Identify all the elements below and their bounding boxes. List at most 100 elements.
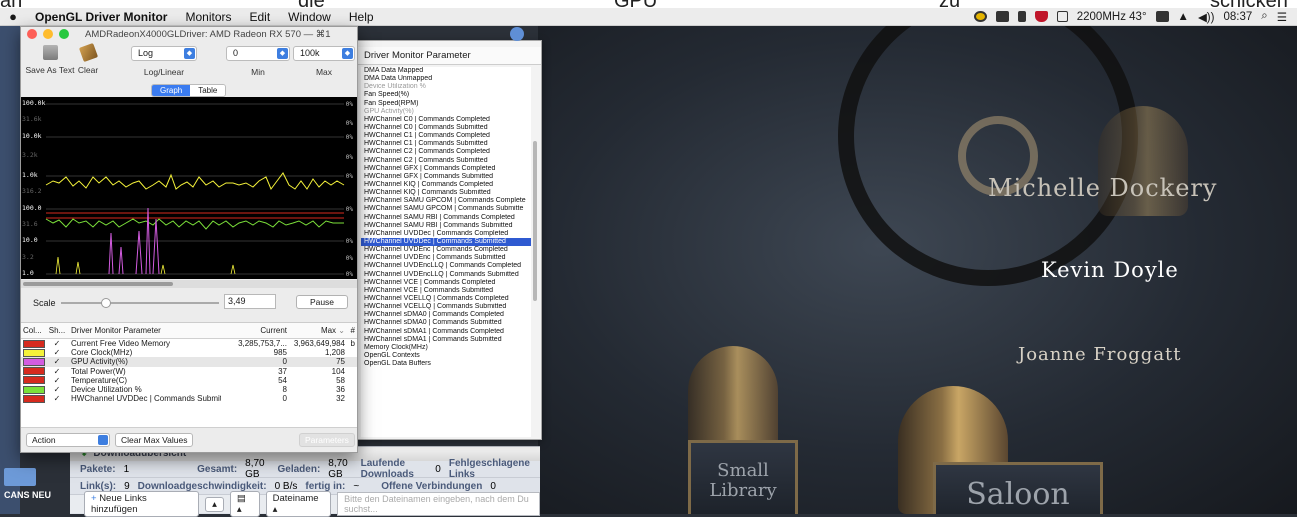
menu-app-name[interactable]: OpenGL Driver Monitor [26,10,176,24]
show-checkbox[interactable]: ✓ [47,348,67,357]
parameter-list-item[interactable]: HWChannel sDMA0 | Commands Completed [361,311,531,319]
toolbar-menu-button[interactable]: ▴ [205,496,224,512]
parameter-list-item[interactable]: HWChannel UVDEnc | Commands Submitted [361,254,531,262]
status-shield-icon[interactable] [1034,11,1048,22]
save-as-text-button[interactable]: Save As Text [25,45,75,75]
filename-search-input[interactable]: Bitte den Dateinamen eingeben, nach dem … [337,492,541,516]
spotlight-search-icon[interactable]: ⌕ [1261,10,1267,23]
max-select[interactable]: 100k ◆ [293,46,355,61]
parameter-list-item[interactable]: Device Utilization % [361,83,531,91]
parameter-list-item[interactable]: HWChannel SAMU GPCOM | Commands Complete [361,197,531,205]
column-header-show[interactable]: Sh... [47,326,67,335]
desktop-folder[interactable]: CANS NEU [0,468,68,514]
status-hand-icon[interactable] [1017,11,1026,22]
action-popup[interactable]: Action [26,433,110,447]
color-swatch[interactable] [23,357,45,366]
parameter-list-item[interactable]: HWChannel UVDDec | Commands Submitted [361,237,531,247]
status-monitor-icon[interactable] [1056,11,1068,22]
control-center-icon[interactable]: ☰ [1277,10,1287,24]
close-window-icon[interactable] [27,29,37,39]
tab-graph[interactable]: Graph [152,85,191,96]
tab-table[interactable]: Table [190,85,226,96]
minimize-window-icon[interactable] [43,29,53,39]
clear-button[interactable]: Clear [73,42,103,75]
table-row[interactable]: ✓ GPU Activity(%) 0 75 [21,357,357,367]
parameters-button[interactable]: Parameters [299,433,355,447]
parameter-list-item[interactable]: DMA Data Unmapped [361,75,531,83]
table-row[interactable]: ✓ HWChannel UVDDec | Commands Submitt 0 32 [21,394,357,403]
show-checkbox[interactable]: ✓ [47,376,67,385]
table-row[interactable]: ✓ Core Clock(MHz) 985 1,208 [21,348,357,357]
window-titlebar[interactable]: AMDRadeonX4000GLDriver: AMD Radeon RX 57… [21,27,357,41]
log-linear-select[interactable]: Log ◆ [131,46,197,61]
color-cell[interactable] [21,357,47,366]
parameter-list-item[interactable]: DMA Data Mapped [361,67,531,75]
parameter-list-item[interactable]: OpenGL Data Buffers [361,360,531,368]
status-battery-icon[interactable] [1155,11,1169,22]
parameter-list-item[interactable]: HWChannel sDMA1 | Commands Submitted [361,336,531,344]
parameter-list-item[interactable]: GPU Activity(%) [361,108,531,116]
scale-slider[interactable] [61,298,219,308]
parameter-list-item[interactable]: Fan Speed(%) [361,91,531,99]
volume-icon[interactable]: ◀)) [1198,10,1215,24]
parameter-list-item[interactable]: HWChannel VCE | Commands Submitted [361,287,531,295]
parameter-list-item[interactable]: HWChannel UVDDec | Commands Completed [361,230,531,238]
color-swatch[interactable] [23,348,45,357]
column-header-parameter[interactable]: Driver Monitor Parameter [67,326,221,335]
show-checkbox[interactable]: ✓ [47,394,67,403]
color-swatch[interactable] [23,367,45,376]
apple-menu-icon[interactable]: ● [0,9,26,24]
table-row[interactable]: ✓ Device Utilization % 8 36 [21,385,357,394]
parameter-list-item[interactable]: HWChannel UVDEncLLQ | Commands Completed [361,262,531,270]
filename-filter-button[interactable]: Dateiname ▴ [265,491,332,517]
color-cell[interactable] [21,376,47,385]
drawer-column-header[interactable]: Driver Monitor Parameter [357,47,541,65]
status-display-icon[interactable] [995,11,1009,22]
parameter-list-item[interactable]: HWChannel VCELLQ | Commands Submitted [361,303,531,311]
parameter-list-item[interactable]: HWChannel UVDEnc | Commands Completed [361,246,531,254]
parameter-list-item[interactable]: HWChannel C0 | Commands Submitted [361,124,531,132]
parameter-list-item[interactable]: HWChannel VCELLQ | Commands Completed [361,295,531,303]
show-checkbox[interactable]: ✓ [47,357,67,366]
zoom-window-icon[interactable] [59,29,69,39]
column-header-max[interactable]: Max ⌄ [287,326,345,335]
parameter-list-item[interactable]: HWChannel C0 | Commands Completed [361,116,531,124]
table-row[interactable]: ✓ Temperature(C) 54 58 [21,376,357,385]
clear-max-values-button[interactable]: Clear Max Values [115,433,194,447]
show-checkbox[interactable]: ✓ [47,367,67,376]
parameter-list[interactable]: DMA Data Mapped DMA Data Unmapped Device U… [361,67,531,437]
toolbar-table-button[interactable]: ▤ ▴ [229,491,260,517]
table-row[interactable]: ✓ Current Free Video Memory 3,285,753,7...… [21,339,357,348]
drawer-scrollbar[interactable] [533,141,537,301]
parameter-list-item[interactable]: HWChannel VCE | Commands Completed [361,279,531,287]
color-cell[interactable] [21,348,47,357]
color-cell[interactable] [21,394,47,403]
parameter-list-item[interactable]: Memory Clock(MHz) [361,344,531,352]
parameter-list-item[interactable]: Fan Speed(RPM) [361,100,531,108]
parameter-list-item[interactable]: OpenGL Contexts [361,352,531,360]
color-cell[interactable] [21,339,47,348]
parameter-list-item[interactable]: HWChannel SAMU RBI | Commands Submitted [361,222,531,230]
parameter-list-item[interactable]: HWChannel C2 | Commands Submitted [361,157,531,165]
color-cell[interactable] [21,367,47,376]
color-swatch[interactable] [23,376,45,385]
column-header-current[interactable]: Current [221,326,287,335]
pause-button[interactable]: Pause [296,295,348,309]
table-row[interactable]: ✓ Total Power(W) 37 104 [21,367,357,376]
drawer-toggle-button[interactable] [510,27,524,41]
parameter-list-item[interactable]: HWChannel C2 | Commands Completed [361,148,531,156]
cpu-speed-readout[interactable]: 2200MHz 43° [1077,11,1147,23]
color-swatch[interactable] [23,339,45,348]
parameter-list-item[interactable]: HWChannel GFX | Commands Completed [361,165,531,173]
scrollbar-thumb[interactable] [23,282,173,286]
color-swatch[interactable] [23,385,45,394]
menu-edit[interactable]: Edit [240,10,279,24]
color-cell[interactable] [21,385,47,394]
column-header-hash[interactable]: # [345,326,357,335]
menu-help[interactable]: Help [340,10,383,24]
menu-monitors[interactable]: Monitors [176,10,240,24]
monitor-graph[interactable]: 100.0k 31.6k 10.0k 3.2k 1.0k 316.2 100.0… [21,97,357,279]
parameter-list-item[interactable]: HWChannel SAMU GPCOM | Commands Submitte [361,205,531,213]
parameter-list-item[interactable]: HWChannel C1 | Commands Completed [361,132,531,140]
show-checkbox[interactable]: ✓ [47,385,67,394]
